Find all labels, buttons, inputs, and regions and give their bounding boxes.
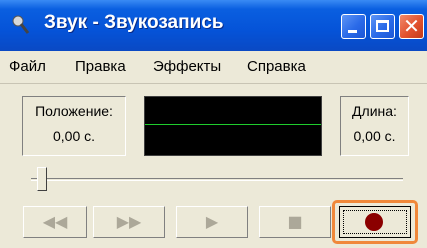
menu-bar: Файл Правка Эффекты Справка xyxy=(0,51,427,84)
waveform-line xyxy=(145,124,321,125)
length-value: 0,00 с. xyxy=(353,128,396,144)
rewind-icon: ◀◀ xyxy=(42,212,68,231)
menu-file[interactable]: Файл xyxy=(9,58,46,75)
position-label: Положение: xyxy=(35,103,113,119)
menu-edit[interactable]: Правка xyxy=(75,58,126,75)
play-icon: ▶ xyxy=(205,212,219,231)
length-panel: Длина: 0,00 с. xyxy=(340,96,409,156)
window-title: Звук - Звукозапись xyxy=(44,12,224,33)
waveform-display xyxy=(144,96,322,156)
position-slider-thumb[interactable] xyxy=(37,167,47,191)
record-icon xyxy=(365,213,383,231)
close-button[interactable]: ✕ xyxy=(399,14,424,39)
maximize-button[interactable] xyxy=(370,14,395,39)
title-bar[interactable]: Звук - Звукозапись ✕ xyxy=(0,0,427,51)
menu-help[interactable]: Справка xyxy=(247,58,306,75)
sound-recorder-icon xyxy=(12,15,30,34)
record-button[interactable] xyxy=(339,206,411,238)
fast-forward-button[interactable]: ▶▶ xyxy=(93,206,165,238)
minimize-button[interactable] xyxy=(341,14,366,39)
stop-button[interactable]: ■ xyxy=(259,206,331,238)
close-icon: ✕ xyxy=(403,14,420,38)
length-label: Длина: xyxy=(352,103,397,119)
stop-icon: ■ xyxy=(287,212,303,231)
maximize-icon xyxy=(376,20,389,32)
play-button[interactable]: ▶ xyxy=(176,206,248,238)
menu-effects[interactable]: Эффекты xyxy=(153,58,221,75)
rewind-button[interactable]: ◀◀ xyxy=(23,206,87,238)
minimize-icon xyxy=(348,30,357,33)
fast-forward-icon: ▶▶ xyxy=(116,212,142,231)
position-slider-track[interactable] xyxy=(31,178,403,181)
position-panel: Положение: 0,00 с. xyxy=(22,96,126,156)
position-value: 0,00 с. xyxy=(52,128,96,144)
